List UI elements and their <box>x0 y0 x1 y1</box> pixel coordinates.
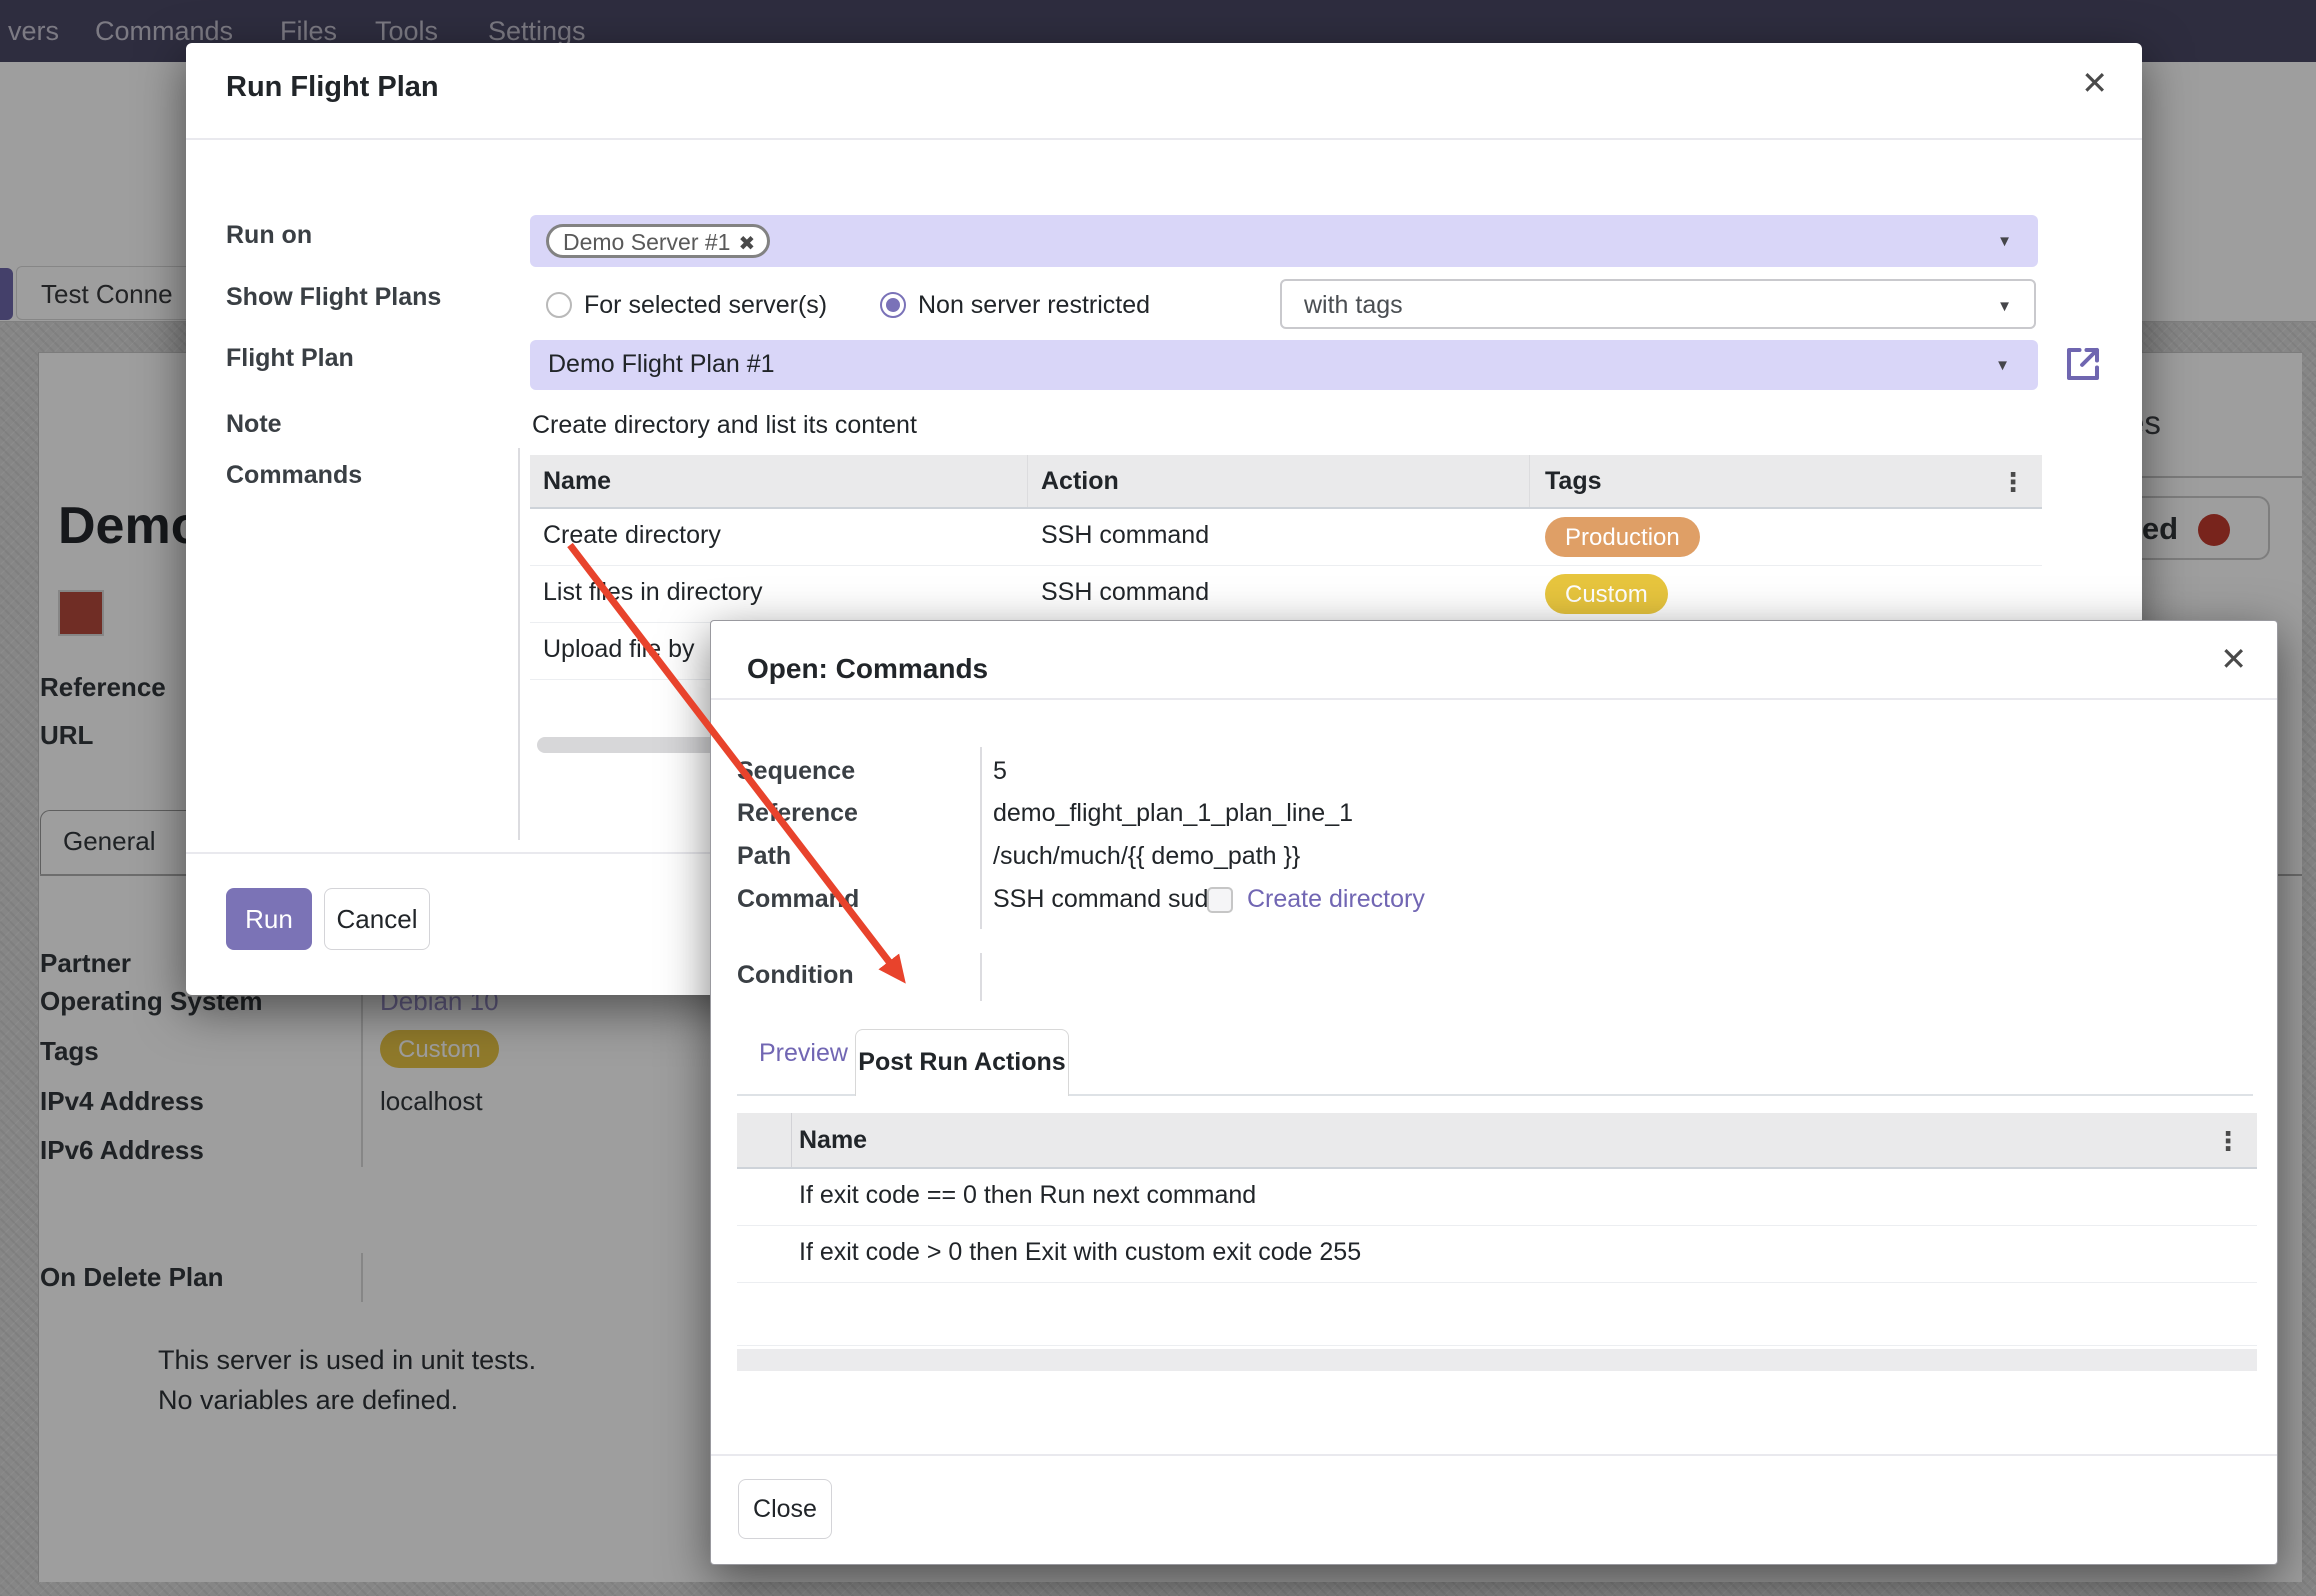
label-separator <box>518 448 520 840</box>
server-tag-label: Demo Server #1 <box>563 229 730 255</box>
flight-plan-select[interactable]: Demo Flight Plan #1 ▼ <box>530 340 2038 390</box>
table-row[interactable]: If exit code > 0 then Exit with custom e… <box>737 1226 2257 1283</box>
col-action[interactable]: Action <box>1041 467 1119 496</box>
with-tags-value: with tags <box>1304 291 1403 320</box>
cancel-button[interactable]: Cancel <box>324 888 430 950</box>
chevron-down-icon: ▼ <box>1997 298 2012 315</box>
condition-label: Condition <box>737 961 854 990</box>
col-name[interactable]: Name <box>543 467 611 496</box>
chevron-down-icon: ▼ <box>1997 233 2012 250</box>
row-action: SSH command <box>1041 578 1209 607</box>
run-button[interactable]: Run <box>226 888 312 950</box>
row-name: If exit code > 0 then Exit with custom e… <box>799 1238 1361 1267</box>
close-button[interactable]: Close <box>738 1479 832 1539</box>
command-value: SSH command sudo <box>993 885 1222 914</box>
command-label: Command <box>737 885 859 914</box>
show-flight-plans-label: Show Flight Plans <box>226 283 441 312</box>
note-label: Note <box>226 410 282 439</box>
flight-plan-value: Demo Flight Plan #1 <box>548 350 775 379</box>
radio-selected-servers-label[interactable]: For selected server(s) <box>584 291 827 320</box>
post-run-table-header: Name ⋮ <box>737 1113 2257 1169</box>
command-checkbox[interactable] <box>1207 887 1233 913</box>
reference-label: Reference <box>737 799 858 828</box>
optional-columns-icon[interactable]: ⋮ <box>2000 467 2026 498</box>
table-footer-strip <box>737 1349 2257 1371</box>
label-separator <box>980 747 982 929</box>
row-name: Upload file by <box>543 635 694 664</box>
tag-badge: Custom <box>1545 574 1668 614</box>
close-icon[interactable]: ✕ <box>2220 643 2247 675</box>
path-label: Path <box>737 842 791 871</box>
commands-label: Commands <box>226 461 362 490</box>
table-row[interactable]: List files in directory SSH command Cust… <box>530 566 2042 623</box>
sequence-value: 5 <box>993 757 1007 786</box>
label-separator <box>980 953 982 1001</box>
screen: vers Commands Files Tools Settings Test … <box>0 0 2316 1596</box>
table-row-empty <box>737 1283 2257 1346</box>
open-commands-modal: Open: Commands ✕ Sequence 5 Reference de… <box>710 620 2278 1565</box>
external-link-icon[interactable] <box>2062 343 2104 385</box>
close-icon[interactable]: ✕ <box>2081 67 2108 99</box>
remove-tag-icon[interactable]: ✖ <box>738 233 755 255</box>
flight-plan-label: Flight Plan <box>226 344 354 373</box>
tag-badge: Production <box>1545 517 1700 557</box>
col-name[interactable]: Name <box>799 1126 867 1155</box>
create-directory-link[interactable]: Create directory <box>1247 885 1425 914</box>
with-tags-select[interactable]: with tags ▼ <box>1280 279 2036 329</box>
row-name: List files in directory <box>543 578 763 607</box>
radio-non-server-restricted[interactable] <box>880 292 906 318</box>
row-name: If exit code == 0 then Run next command <box>799 1181 1256 1210</box>
row-name: Create directory <box>543 521 721 550</box>
tab-preview[interactable]: Preview <box>759 1039 848 1068</box>
plan-description: Create directory and list its content <box>532 411 917 440</box>
radio-non-server-restricted-label[interactable]: Non server restricted <box>918 291 1150 320</box>
commands-table-header: Name Action Tags ⋮ <box>530 455 2042 509</box>
table-row[interactable]: If exit code == 0 then Run next command <box>737 1169 2257 1226</box>
path-value: /such/much/{{ demo_path }} <box>993 842 1300 871</box>
sequence-label: Sequence <box>737 757 855 786</box>
header-divider <box>186 138 2142 140</box>
col-tags[interactable]: Tags <box>1545 467 1602 496</box>
optional-columns-icon[interactable]: ⋮ <box>2215 1126 2241 1157</box>
modal-title: Open: Commands <box>747 653 988 685</box>
chevron-down-icon: ▼ <box>1995 357 2010 374</box>
header-divider <box>711 698 2277 700</box>
modal-title: Run Flight Plan <box>226 71 439 104</box>
radio-selected-servers[interactable] <box>546 292 572 318</box>
server-tag[interactable]: Demo Server #1 ✖ <box>546 224 770 258</box>
tab-post-run-actions[interactable]: Post Run Actions <box>855 1029 1069 1096</box>
run-on-select[interactable]: Demo Server #1 ✖ ▼ <box>530 215 2038 267</box>
table-row[interactable]: Create directory SSH command Production <box>530 509 2042 566</box>
row-action: SSH command <box>1041 521 1209 550</box>
run-on-label: Run on <box>226 221 312 250</box>
footer-divider <box>711 1454 2277 1456</box>
reference-value: demo_flight_plan_1_plan_line_1 <box>993 799 1353 828</box>
